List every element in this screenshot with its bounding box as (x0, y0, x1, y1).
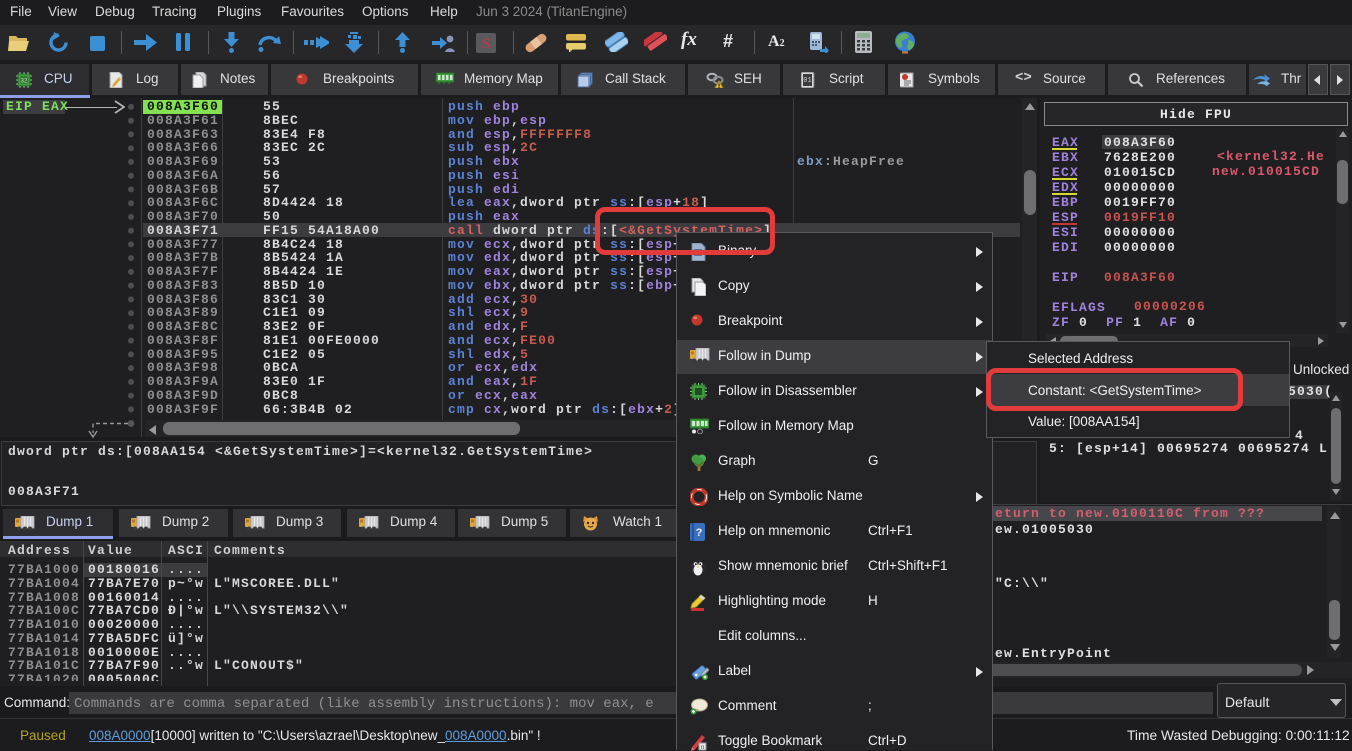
svg-text:?: ? (696, 527, 703, 539)
svg-text:01: 01 (803, 77, 811, 85)
svg-text:n: n (701, 745, 704, 751)
svg-text:S: S (482, 36, 490, 52)
